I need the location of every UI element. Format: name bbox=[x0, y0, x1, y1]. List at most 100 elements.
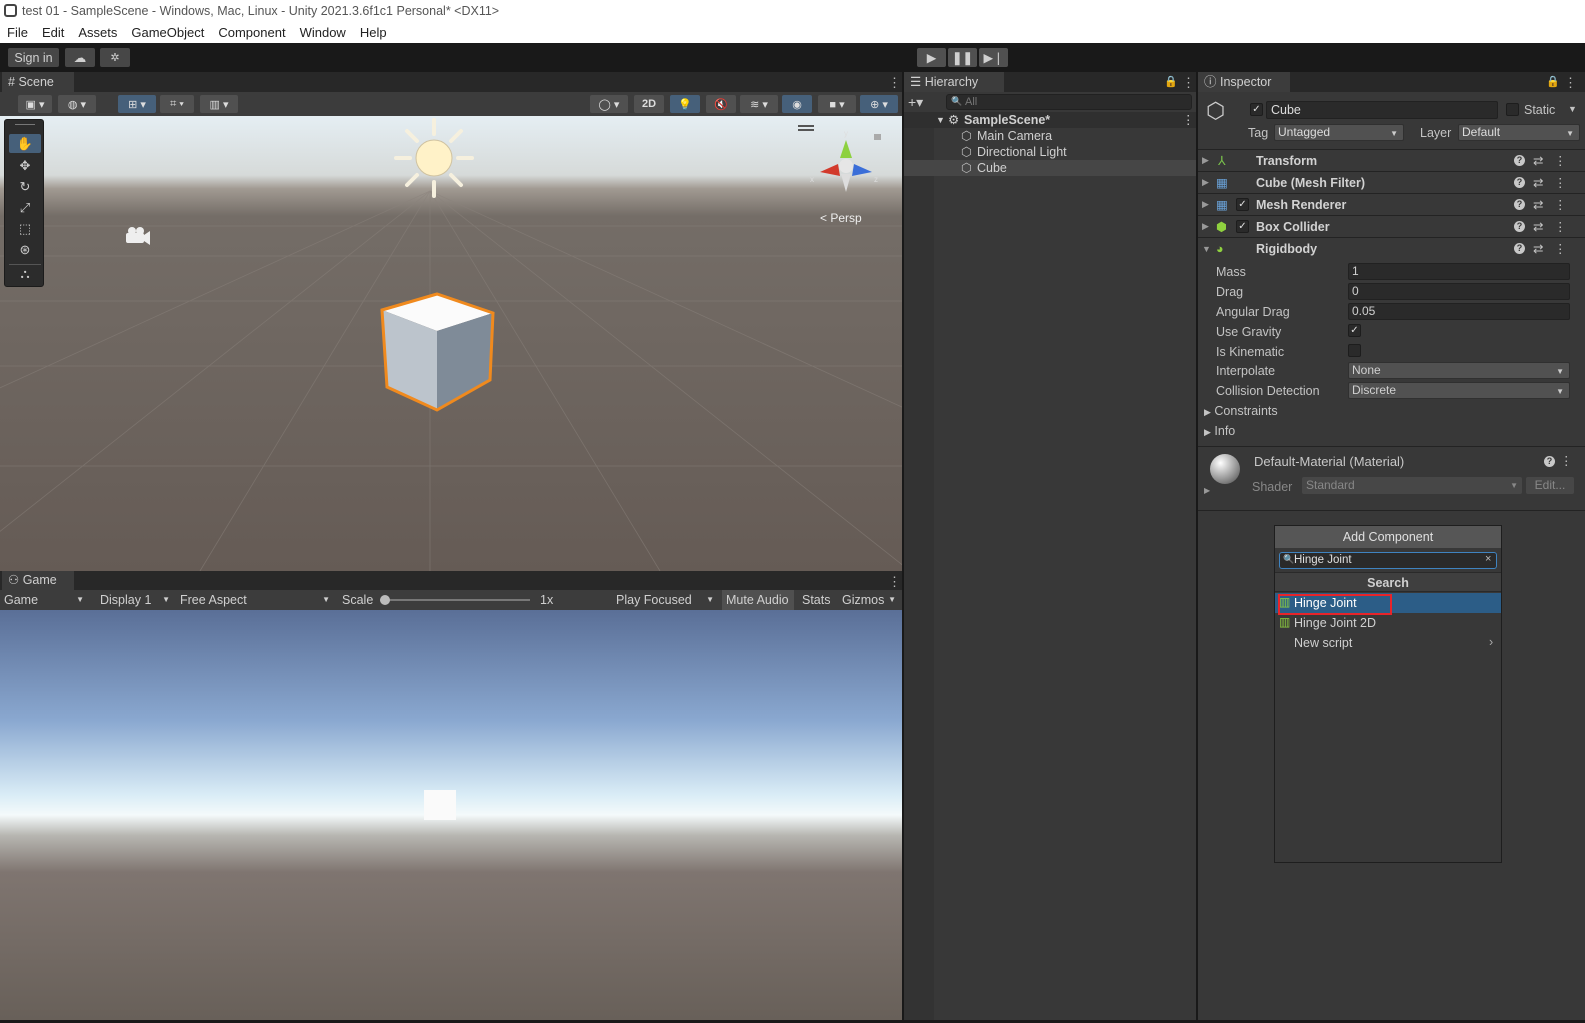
shading-icon[interactable]: ◯ ▾ bbox=[590, 95, 628, 113]
foldout-expanded-icon[interactable]: ▼ bbox=[1202, 244, 1211, 254]
hand-tool-icon[interactable]: ✋ bbox=[9, 134, 41, 153]
shader-edit-button[interactable]: Edit... bbox=[1526, 477, 1574, 494]
component-menu-icon[interactable]: ⋮ bbox=[1554, 241, 1567, 256]
effects-icon[interactable]: ≋ ▾ bbox=[740, 95, 778, 113]
tab-hierarchy[interactable]: ☰ Hierarchy bbox=[904, 72, 1004, 92]
angular-drag-field[interactable]: 0.05 bbox=[1348, 303, 1570, 320]
grid-snap-icon[interactable]: ⊞ ▾ bbox=[118, 95, 156, 113]
material-help-icon[interactable]: ? bbox=[1544, 456, 1555, 467]
preset-icon[interactable]: ⇄ bbox=[1533, 153, 1543, 168]
shader-dropdown[interactable]: Standard ▼ bbox=[1302, 477, 1522, 494]
scene-root-row[interactable]: ▼ ⚙ SampleScene* ⋮ bbox=[904, 112, 1196, 128]
gizmos-icon[interactable]: ⊕ ▾ bbox=[860, 95, 898, 113]
audio-toggle-icon[interactable]: 🔇 bbox=[706, 95, 736, 113]
game-menu-icon[interactable]: ⋮ bbox=[888, 575, 901, 588]
result-hinge-joint[interactable]: ▥ Hinge Joint bbox=[1275, 593, 1501, 615]
foldout-arrow-icon[interactable]: ▶ bbox=[1202, 155, 1209, 166]
component-transform[interactable]: ▶ ⅄ Transform ? ⇄ ⋮ bbox=[1198, 149, 1585, 171]
active-checkbox[interactable]: ✓ bbox=[1250, 103, 1263, 116]
drag-field[interactable]: 0 bbox=[1348, 283, 1570, 300]
add-component-button[interactable]: Add Component bbox=[1275, 526, 1501, 548]
preset-icon[interactable]: ⇄ bbox=[1533, 219, 1543, 234]
pause-button[interactable]: ❚❚ bbox=[948, 48, 977, 67]
menu-component[interactable]: Component bbox=[218, 25, 285, 40]
info-foldout[interactable]: ▶ Info bbox=[1204, 424, 1235, 438]
sign-in-button[interactable]: Sign in bbox=[8, 48, 59, 67]
foldout-arrow-icon[interactable]: ▶ bbox=[1202, 221, 1209, 232]
help-icon[interactable]: ? bbox=[1514, 155, 1525, 166]
use-gravity-checkbox[interactable]: ✓ bbox=[1348, 324, 1361, 337]
inspector-lock-icon[interactable]: 🔒 bbox=[1546, 75, 1560, 88]
globe-icon[interactable]: ◍ ▾ bbox=[58, 95, 96, 113]
stats-button[interactable]: Stats bbox=[798, 590, 834, 610]
inspector-menu-icon[interactable]: ⋮ bbox=[1564, 76, 1577, 89]
step-button[interactable]: ▶❘ bbox=[979, 48, 1008, 67]
transform-tool-icon[interactable]: ⊛ bbox=[9, 240, 41, 259]
menu-assets[interactable]: Assets bbox=[78, 25, 117, 40]
component-box-collider[interactable]: ▶ ⬢ ✓ Box Collider ? ⇄ ⋮ bbox=[1198, 215, 1585, 237]
material-menu-icon[interactable]: ⋮ bbox=[1560, 453, 1573, 468]
material-foldout-icon[interactable]: ▶ bbox=[1204, 486, 1210, 495]
enabled-checkbox[interactable]: ✓ bbox=[1236, 220, 1249, 233]
menu-edit[interactable]: Edit bbox=[42, 25, 64, 40]
help-icon[interactable]: ? bbox=[1514, 199, 1525, 210]
hierarchy-menu-icon[interactable]: ⋮ bbox=[1182, 76, 1195, 89]
tab-game[interactable]: ⚇ Game bbox=[2, 571, 74, 590]
increment-snap-icon[interactable]: ▥ ▾ bbox=[200, 95, 238, 113]
preset-icon[interactable]: ⇄ bbox=[1533, 241, 1543, 256]
display-dropdown[interactable]: Display 1 ▼ bbox=[96, 590, 174, 610]
collision-detection-dropdown[interactable]: Discrete bbox=[1348, 382, 1570, 399]
scene-menu-kebab[interactable]: ⋮ bbox=[1182, 112, 1195, 128]
create-plus-icon[interactable]: +▾ bbox=[908, 94, 923, 111]
rect-tool-icon[interactable]: ⬚ bbox=[9, 219, 41, 238]
is-kinematic-checkbox[interactable] bbox=[1348, 344, 1361, 357]
menu-window[interactable]: Window bbox=[300, 25, 346, 40]
help-icon[interactable]: ? bbox=[1514, 177, 1525, 188]
component-menu-icon[interactable]: ⋮ bbox=[1554, 219, 1567, 234]
preset-icon[interactable]: ⇄ bbox=[1533, 197, 1543, 212]
hidden-objects-icon[interactable]: ◉ bbox=[782, 95, 812, 113]
tab-scene[interactable]: # Scene bbox=[2, 72, 74, 92]
component-search-input[interactable]: 🔍 Hinge Joint × bbox=[1279, 552, 1497, 569]
expand-arrow-icon[interactable]: ▼ bbox=[936, 112, 945, 128]
result-hinge-joint-2d[interactable]: ▥ Hinge Joint 2D bbox=[1275, 613, 1501, 633]
constraints-foldout[interactable]: ▶ Constraints bbox=[1204, 404, 1278, 418]
draw-mode-icon[interactable]: ▣ ▾ bbox=[18, 95, 52, 113]
foldout-arrow-icon[interactable]: ▶ bbox=[1202, 199, 1209, 210]
persp-label[interactable]: < Persp bbox=[820, 211, 862, 225]
snap-icon[interactable]: ⌗ ▾ bbox=[160, 95, 194, 113]
lighting-toggle-icon[interactable]: 💡 bbox=[670, 95, 700, 113]
interpolate-dropdown[interactable]: None bbox=[1348, 362, 1570, 379]
scene-view[interactable]: y x z < Persp bbox=[0, 116, 902, 571]
enabled-checkbox[interactable]: ✓ bbox=[1236, 198, 1249, 211]
tag-dropdown[interactable]: Untagged bbox=[1274, 124, 1404, 141]
gizmos-dropdown[interactable]: Gizmos ▼ bbox=[838, 590, 900, 610]
help-icon[interactable]: ? bbox=[1514, 221, 1525, 232]
rotate-tool-icon[interactable]: ↻ bbox=[9, 177, 41, 196]
component-rigidbody[interactable]: ▼ ◕ Rigidbody ? ⇄ ⋮ bbox=[1198, 237, 1585, 259]
2d-toggle[interactable]: 2D bbox=[634, 95, 664, 113]
play-focused-dropdown[interactable]: Play Focused ▼ bbox=[612, 590, 718, 610]
lock-icon[interactable]: 🔒 bbox=[1164, 75, 1178, 88]
static-dropdown-arrow[interactable]: ▼ bbox=[1568, 104, 1577, 114]
result-new-script[interactable]: New script › bbox=[1275, 633, 1501, 653]
mute-audio-button[interactable]: Mute Audio bbox=[722, 590, 794, 610]
custom-tool-icon[interactable]: ⛬ bbox=[9, 264, 41, 283]
menu-help[interactable]: Help bbox=[360, 25, 387, 40]
component-menu-icon[interactable]: ⋮ bbox=[1554, 153, 1567, 168]
component-mesh-filter[interactable]: ▶ ▦ Cube (Mesh Filter) ? ⇄ ⋮ bbox=[1198, 171, 1585, 193]
hierarchy-search-input[interactable]: 🔍 All bbox=[946, 94, 1192, 110]
play-button[interactable]: ▶ bbox=[917, 48, 946, 67]
menu-file[interactable]: File bbox=[7, 25, 28, 40]
menu-gameobject[interactable]: GameObject bbox=[131, 25, 204, 40]
aspect-dropdown[interactable]: Free Aspect ▼ bbox=[176, 590, 334, 610]
camera-settings-icon[interactable]: ■ ▾ bbox=[818, 95, 856, 113]
static-checkbox[interactable] bbox=[1506, 103, 1519, 116]
drag-handle[interactable] bbox=[15, 124, 35, 125]
collab-icon[interactable]: ✲ bbox=[100, 48, 130, 67]
scale-slider-thumb[interactable] bbox=[380, 595, 390, 605]
hierarchy-item-cube[interactable]: ⬡ Cube bbox=[904, 160, 1196, 176]
clear-search-icon[interactable]: × bbox=[1485, 553, 1491, 565]
scene-menu-icon[interactable]: ⋮ bbox=[888, 76, 901, 89]
preset-icon[interactable]: ⇄ bbox=[1533, 175, 1543, 190]
